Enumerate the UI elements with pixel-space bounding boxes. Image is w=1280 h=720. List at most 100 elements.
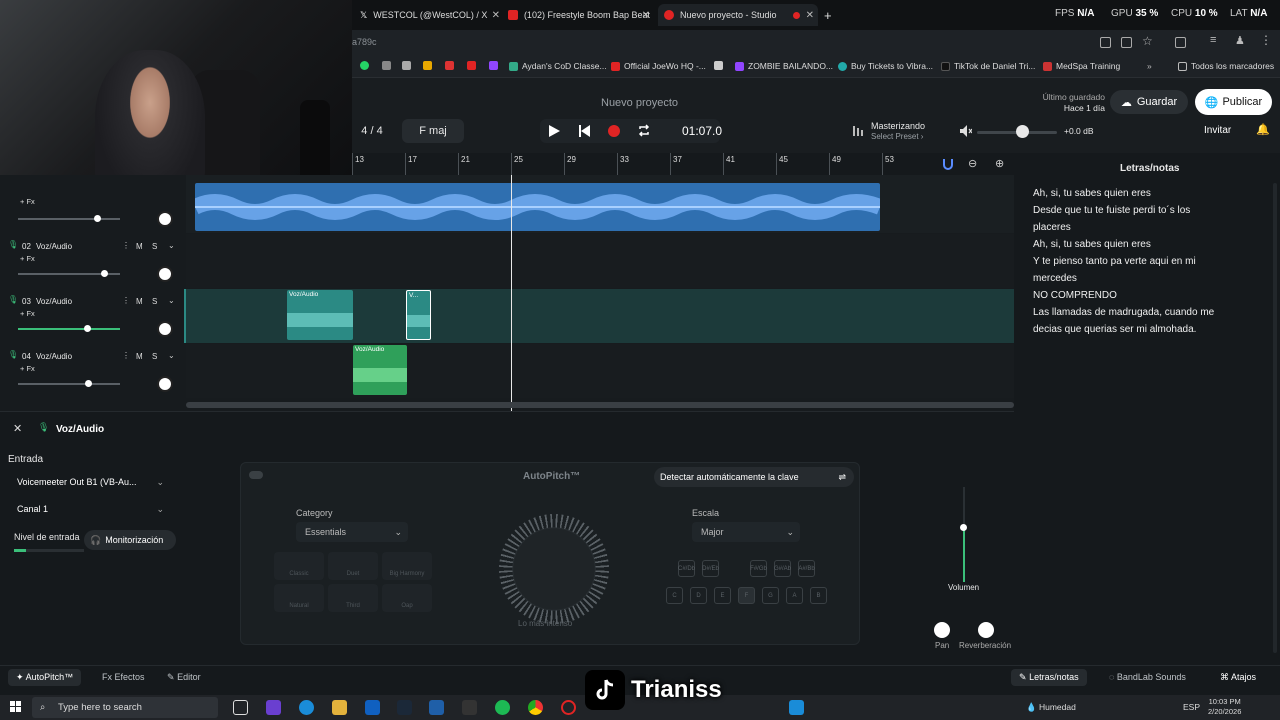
tab-effects[interactable]: Fx Efectos <box>102 672 145 682</box>
more-menu-icon[interactable]: ⋮ <box>1260 33 1272 47</box>
note-button[interactable]: C#/Db <box>678 560 695 577</box>
track-volume-slider[interactable] <box>18 383 120 385</box>
weather-widget[interactable]: 💧 Humedad <box>1026 702 1076 713</box>
track-lane[interactable] <box>186 344 1014 398</box>
lyrics-line[interactable]: Y te pienso tanto pa verte aqui en mi <box>1033 256 1196 267</box>
chevron-down-icon[interactable]: ⌄ <box>168 241 175 250</box>
note-button[interactable]: F#/Gb <box>750 560 767 577</box>
track-volume-slider[interactable] <box>18 218 120 220</box>
star-icon[interactable]: ☆ <box>1142 34 1153 48</box>
more-bookmarks-icon[interactable]: » <box>1147 61 1152 71</box>
whatsapp-icon[interactable] <box>360 61 369 70</box>
preset-duet-button[interactable]: Duet <box>328 552 378 580</box>
timeline-ruler[interactable]: 13 17 21 25 29 33 37 41 45 49 53 ⊖ ⊕ <box>352 153 1014 175</box>
bookmark-link[interactable]: Official JoeWo HQ -... <box>611 61 706 71</box>
browser-tab-active[interactable]: Nuevo proyecto - Studio ✕ <box>658 4 818 26</box>
copilot-icon[interactable] <box>266 700 281 715</box>
close-icon[interactable]: ✕ <box>13 422 22 435</box>
track-header[interactable]: + Fx <box>0 175 186 233</box>
lyrics-scrollbar[interactable] <box>1273 183 1277 653</box>
close-tab-icon[interactable]: ✕ <box>492 10 500 21</box>
pan-knob[interactable] <box>934 622 950 638</box>
preset-third-button[interactable]: Third <box>328 584 378 612</box>
audio-clip[interactable]: Voz/Audio <box>287 290 353 340</box>
task-view-icon[interactable] <box>233 700 248 715</box>
track-name[interactable]: Voz/Audio <box>36 242 72 251</box>
zoom-in-icon[interactable]: ⊕ <box>995 157 1004 170</box>
note-button[interactable]: C <box>666 587 683 604</box>
reverb-knob[interactable] <box>978 622 994 638</box>
volume-fader-track[interactable] <box>963 487 965 582</box>
notifications-bell-icon[interactable]: 🔔 <box>1256 123 1270 136</box>
mastering-icon[interactable] <box>852 125 864 137</box>
app-icon[interactable] <box>462 700 477 715</box>
bookmark-icon[interactable] <box>714 61 723 70</box>
app-icon[interactable] <box>789 700 804 715</box>
mastering-selector[interactable]: Masterizando Select Preset › <box>871 121 925 142</box>
master-volume-knob[interactable] <box>1016 125 1029 138</box>
pan-knob[interactable] <box>157 376 173 392</box>
close-tab-icon[interactable]: ✕ <box>806 10 814 21</box>
cast-icon[interactable] <box>1121 37 1132 48</box>
intensity-knob[interactable] <box>499 514 609 624</box>
all-bookmarks-link[interactable]: Todos los marcadores <box>1178 61 1274 71</box>
app-icon[interactable] <box>1100 37 1111 48</box>
track-menu-icon[interactable]: ⋮ <box>122 296 130 305</box>
solo-button[interactable]: S <box>152 297 157 306</box>
track-volume-slider[interactable] <box>18 328 120 330</box>
channel-select[interactable]: Canal 1 ⌄ <box>8 499 170 519</box>
clock[interactable]: 10:03 PM 2/20/2026 <box>1208 697 1241 717</box>
windows-start-icon[interactable] <box>10 701 22 713</box>
tab-bandlab-sounds[interactable]: ◌ BandLab Sounds <box>1109 672 1186 682</box>
input-select[interactable]: Voicemeeter Out B1 (VB-Au... ⌄ <box>8 472 170 492</box>
save-button[interactable]: ☁ Guardar <box>1110 90 1188 114</box>
opera-icon[interactable] <box>561 700 576 715</box>
autopitch-toggle[interactable] <box>249 471 263 479</box>
twitch-icon[interactable] <box>489 61 498 70</box>
bookmark-link[interactable]: Buy Tickets to Vibra... <box>838 61 933 71</box>
solo-button[interactable]: S <box>152 242 157 251</box>
category-select[interactable]: Essentials ⌄ <box>296 522 408 542</box>
lyrics-line[interactable]: mercedes <box>1033 273 1077 284</box>
lyrics-line[interactable]: placeres <box>1033 222 1071 233</box>
scale-select[interactable]: Major ⌄ <box>692 522 800 542</box>
media-icon[interactable]: ≡ <box>1210 34 1216 46</box>
track-volume-knob[interactable] <box>94 215 101 222</box>
track-header-selected[interactable]: 🎙 03 Voz/Audio ⋮ M S ⌄ + Fx <box>0 289 186 343</box>
note-button[interactable]: G#/Ab <box>774 560 791 577</box>
skip-back-icon[interactable] <box>579 125 590 137</box>
lyrics-line[interactable]: decias que querias ser mi almohada. <box>1033 324 1196 335</box>
note-button[interactable]: G <box>762 587 779 604</box>
add-fx-button[interactable]: + Fx <box>20 254 35 263</box>
language-indicator[interactable]: ESP <box>1183 702 1200 712</box>
preset-classic-button[interactable]: Classic <box>274 552 324 580</box>
lyrics-line[interactable]: NO COMPRENDO <box>1033 290 1117 301</box>
snap-magnet-icon[interactable] <box>943 159 953 170</box>
pan-knob[interactable] <box>157 266 173 282</box>
track-header[interactable]: 🎙 04 Voz/Audio ⋮ M S ⌄ + Fx <box>0 344 186 398</box>
pan-knob[interactable] <box>157 321 173 337</box>
note-button-active[interactable]: F <box>738 587 755 604</box>
add-fx-button[interactable]: + Fx <box>20 309 35 318</box>
detect-key-button[interactable]: Detectar automáticamente la clave ⇌ <box>654 467 854 487</box>
volume-fader-knob[interactable] <box>960 524 967 531</box>
record-button[interactable] <box>608 125 620 137</box>
youtube-icon[interactable] <box>467 61 476 70</box>
project-title[interactable]: Nuevo proyecto <box>601 97 678 109</box>
invite-button[interactable]: Invitar <box>1204 125 1231 136</box>
steam-icon[interactable] <box>397 700 412 715</box>
note-button[interactable]: D <box>690 587 707 604</box>
close-tab-icon[interactable]: ✕ <box>642 10 650 21</box>
add-fx-button[interactable]: + Fx <box>20 197 35 206</box>
new-tab-button[interactable]: + <box>824 4 832 26</box>
mute-button[interactable]: M <box>136 297 143 306</box>
lyrics-line[interactable]: Desde que tu te fuiste perdi to´s los <box>1033 205 1190 216</box>
solo-button[interactable]: S <box>152 352 157 361</box>
outlook-icon[interactable] <box>365 700 380 715</box>
browser-tab[interactable]: 𝕏 WESTCOL (@WestCOL) / X ✕ <box>360 4 500 26</box>
track-volume-knob[interactable] <box>101 270 108 277</box>
tab-autopitch[interactable]: ✦ AutoPitch™ <box>8 669 82 686</box>
preset-big-harmony-button[interactable]: Big Harmony <box>382 552 432 580</box>
gmail-icon[interactable] <box>445 61 454 70</box>
audio-clip[interactable]: Voz/Audio <box>353 345 407 395</box>
